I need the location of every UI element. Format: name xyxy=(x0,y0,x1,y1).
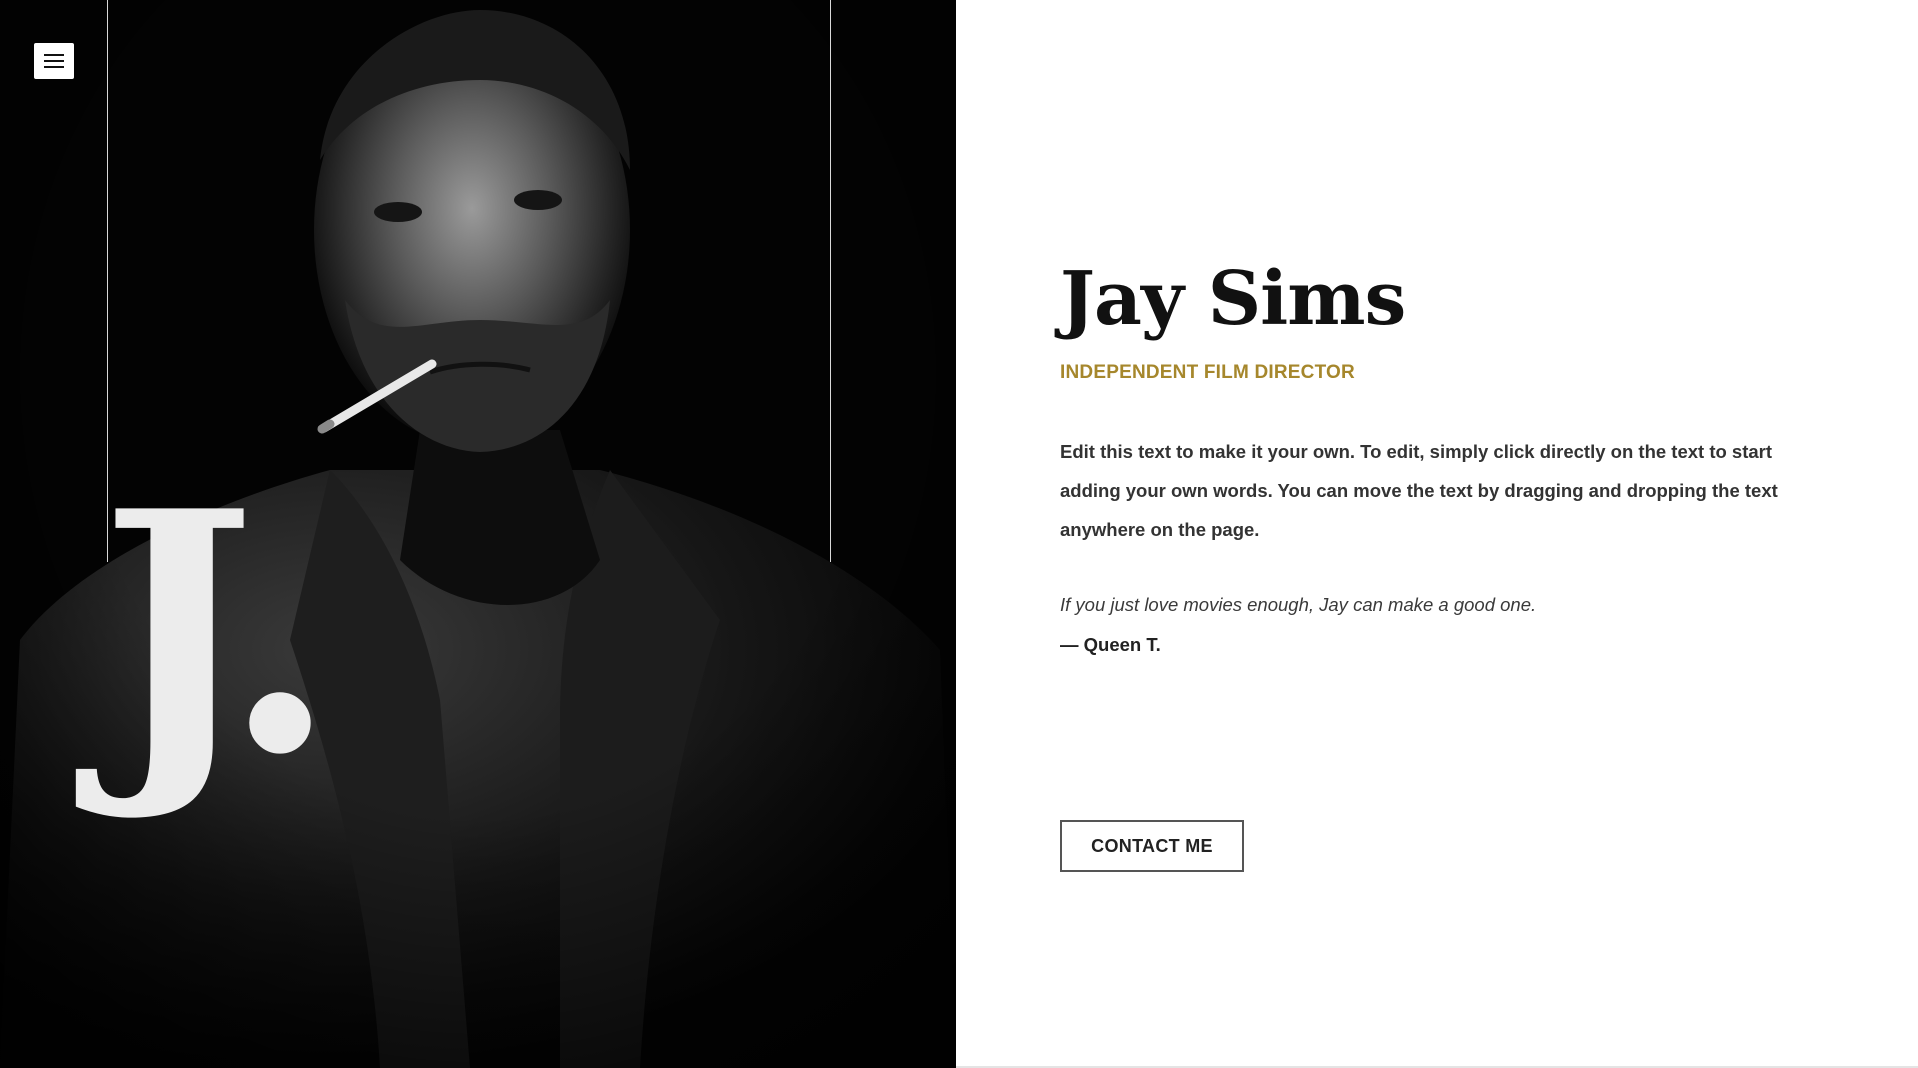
testimonial-quote: If you just love movies enough, Jay can … xyxy=(1060,594,1537,615)
contact-button[interactable]: CONTACT ME xyxy=(1060,820,1244,872)
hero-panel: J. xyxy=(0,0,956,1068)
monogram-logo: J. xyxy=(100,439,337,827)
frame-line-right xyxy=(830,0,831,562)
hamburger-lines xyxy=(44,54,64,68)
page: J. Jay Sims INDEPENDENT FILM DIRECTOR Ed… xyxy=(0,0,1918,1068)
role-subtitle: INDEPENDENT FILM DIRECTOR xyxy=(1060,362,1355,383)
bio-paragraph: Edit this text to make it your own. To e… xyxy=(1060,441,1778,540)
hamburger-menu-icon[interactable] xyxy=(34,43,74,79)
page-title: Jay Sims xyxy=(1060,256,1406,342)
testimonial-author: — Queen T. xyxy=(1060,634,1161,655)
content-panel: Jay Sims INDEPENDENT FILM DIRECTOR Edit … xyxy=(956,0,1918,1068)
